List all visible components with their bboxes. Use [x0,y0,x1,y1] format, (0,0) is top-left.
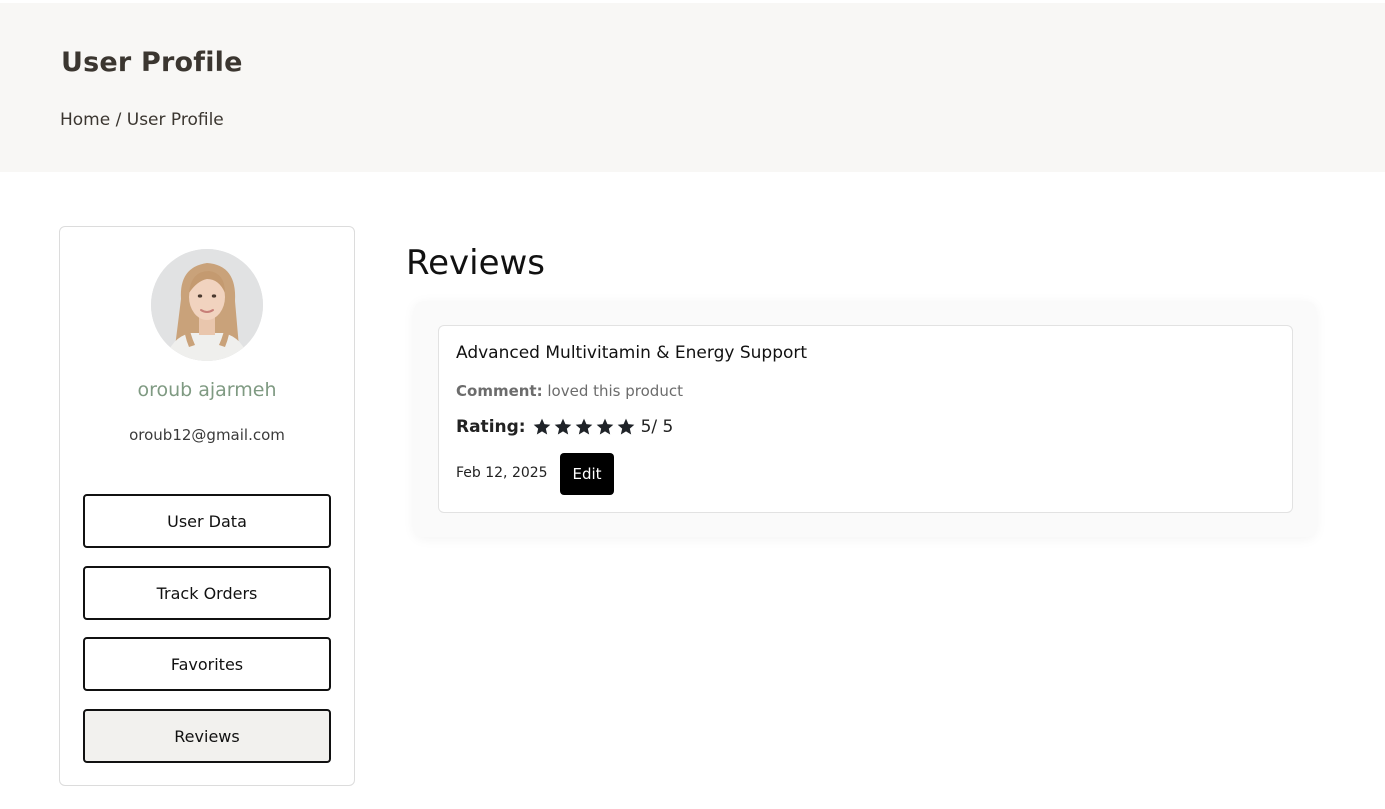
page-header: User Profile Home / User Profile [0,3,1385,172]
user-data-button[interactable]: User Data [83,494,331,548]
avatar [151,249,263,361]
track-orders-button[interactable]: Track Orders [83,566,331,620]
review-product-name: Advanced Multivitamin & Energy Support [456,343,808,363]
avatar-portrait-image [151,249,263,361]
rating-stars [532,417,637,437]
review-rating-label: Rating: [456,417,526,437]
reviews-section-title: Reviews [406,243,546,283]
rating-value: 5/ 5 [640,417,674,437]
star-icon [575,418,592,435]
breadcrumb-current: User Profile [126,110,224,130]
user-name: oroub ajarmeh [137,379,277,401]
profile-sidebar: oroub ajarmeh oroub12@gmail.com User Dat… [59,226,355,786]
breadcrumb: Home / User Profile [60,110,224,130]
review-comment-text: loved this product [547,382,683,400]
user-email: oroub12@gmail.com [129,426,285,444]
star-icon [533,418,550,435]
review-comment: Comment: loved this product [456,382,683,400]
breadcrumb-home-link[interactable]: Home [60,110,110,130]
star-icon [554,418,571,435]
review-date: Feb 12, 2025 [456,465,548,481]
page-title: User Profile [61,47,243,78]
star-icon [596,418,613,435]
review-comment-label: Comment: [456,382,543,400]
review-rating: Rating: 5/ 5 [456,417,673,437]
star-icon [617,418,634,435]
breadcrumb-separator: / [110,110,127,130]
review-card: Advanced Multivitamin & Energy Support C… [438,325,1293,513]
reviews-button[interactable]: Reviews [83,709,331,763]
favorites-button[interactable]: Favorites [83,637,331,691]
edit-review-button[interactable]: Edit [560,453,614,495]
